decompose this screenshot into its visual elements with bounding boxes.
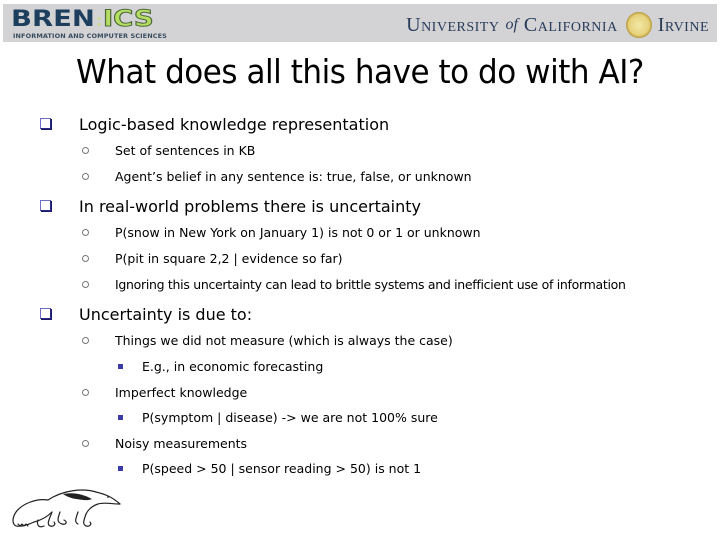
bullet-text: E.g., in economic forecasting — [142, 359, 324, 374]
bullet-text: Agent’s belief in any sentence is: true,… — [115, 169, 472, 184]
bullet-text: Imperfect knowledge — [115, 385, 248, 400]
logo-bren-text: BREN — [11, 7, 95, 32]
uci-of-text: of — [505, 16, 518, 33]
bullet-text: P(snow in New York on January 1) is not … — [115, 225, 481, 240]
bullet-text: P(symptom | disease) -> we are not 100% … — [142, 410, 438, 425]
bullet-text: In real-world problems there is uncertai… — [79, 197, 421, 216]
bren-ics-logo: BREN:ICS — [11, 7, 154, 32]
uci-california-text: California — [523, 13, 618, 36]
bullet-text: Logic-based knowledge representation — [79, 115, 390, 134]
bullet-text: Ignoring this uncertainty can lead to br… — [115, 277, 626, 292]
bullet-text: Uncertainty is due to: — [79, 305, 253, 324]
hollow-circle-bullet-icon — [82, 281, 89, 288]
hollow-circle-bullet-icon — [82, 147, 89, 154]
header-banner: BREN:ICS INFORMATION AND COMPUTER SCIENC… — [3, 4, 717, 42]
uci-university-text: University — [406, 13, 500, 36]
square-bullet-icon — [118, 415, 123, 420]
hollow-circle-bullet-icon — [82, 173, 89, 180]
square-bullet-icon — [118, 364, 123, 369]
hollow-circle-bullet-icon — [82, 255, 89, 262]
uci-irvine-text: Irvine — [657, 13, 709, 36]
anteater-mascot-icon — [12, 489, 121, 528]
logo-ics-text: ICS — [102, 7, 154, 32]
square-bullet-icon — [118, 466, 123, 471]
hollow-circle-bullet-icon — [82, 229, 89, 236]
bullet-text: Things we did not measure (which is alwa… — [115, 333, 453, 348]
hollow-circle-bullet-icon — [82, 440, 89, 447]
checkbox-bullet-icon — [40, 308, 51, 319]
hollow-circle-bullet-icon — [82, 337, 89, 344]
bullet-text: Set of sentences in KB — [115, 143, 256, 158]
bullet-text: P(pit in square 2,2 | evidence so far) — [115, 251, 343, 266]
checkbox-bullet-icon — [40, 118, 51, 129]
slide-title: What does all this have to do with AI? — [76, 52, 644, 91]
logo-subtitle: INFORMATION AND COMPUTER SCIENCES — [13, 32, 167, 40]
bullet-text: Noisy measurements — [115, 436, 248, 451]
logo-colon: : — [94, 11, 103, 30]
checkbox-bullet-icon — [40, 200, 51, 211]
uci-logo: University of California Irvine — [406, 12, 709, 38]
hollow-circle-bullet-icon — [82, 389, 89, 396]
bullet-text: P(speed > 50 | sensor reading > 50) is n… — [142, 461, 422, 476]
uc-seal-icon — [625, 12, 652, 38]
